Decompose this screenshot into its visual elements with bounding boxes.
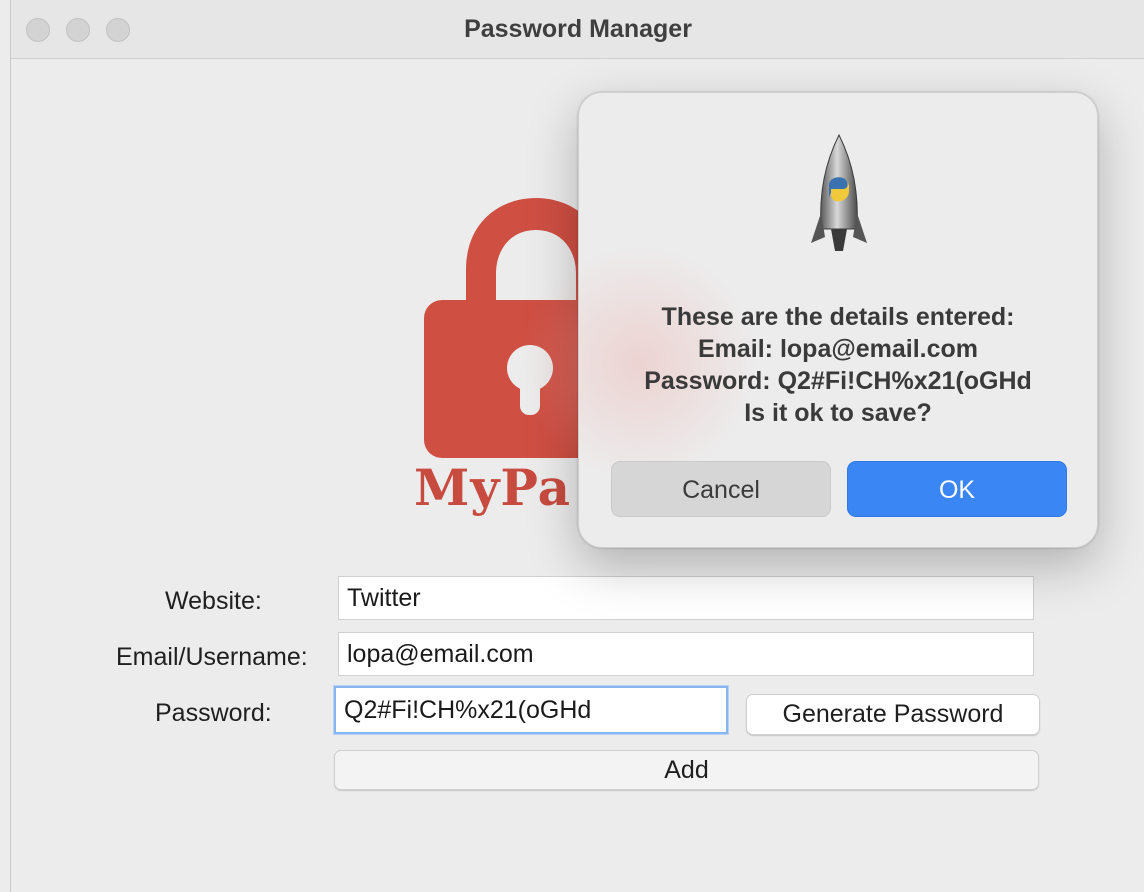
dialog-message: These are the details entered: Email: lo… (579, 301, 1097, 429)
add-button[interactable]: Add (334, 750, 1039, 790)
email-label: Email/Username: (116, 643, 308, 671)
dialog-message-line: Is it ok to save? (744, 399, 932, 427)
dialog-message-line: Password: Q2#Fi!CH%x21(oGHd (644, 367, 1032, 395)
logo-text: MyPa (414, 458, 572, 517)
dialog-message-line: Email: lopa@email.com (697, 335, 979, 363)
python-launcher-rocket-icon (811, 133, 867, 251)
dialog-message-line: These are the details entered: (661, 303, 1015, 331)
cancel-button[interactable]: Cancel (611, 461, 831, 517)
confirm-dialog: These are the details entered: Email: lo… (519, 92, 1098, 548)
window-title: Password Manager (464, 15, 692, 43)
website-label: Website: (165, 587, 262, 615)
website-input[interactable] (338, 576, 1034, 620)
title-bar: Password Manager (11, 0, 1144, 59)
generate-password-button[interactable]: Generate Password (746, 694, 1040, 735)
ok-button[interactable]: OK (847, 461, 1067, 517)
email-input[interactable] (338, 632, 1034, 676)
password-input[interactable] (334, 686, 728, 734)
password-label: Password: (155, 699, 272, 727)
